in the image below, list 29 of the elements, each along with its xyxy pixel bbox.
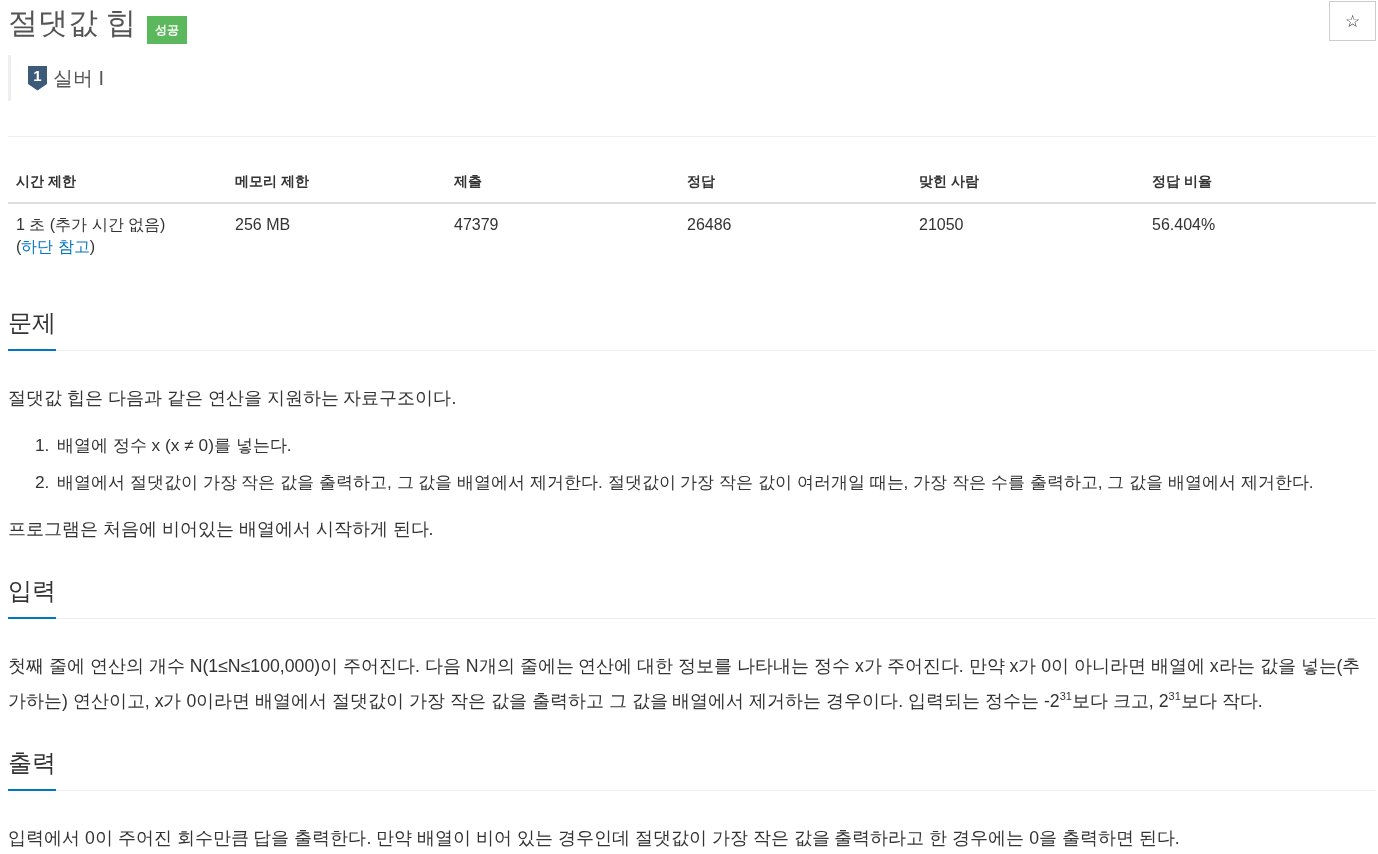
table-cell-text: 1 초 (추가 시간 없음) (하단 참고) (15, 215, 167, 257)
section-heading: 문제 (8, 305, 56, 351)
table-cell-text: 47379 (453, 215, 500, 235)
column-header: 시간 제한 (8, 161, 227, 204)
column-header: 메모리 제한 (227, 161, 446, 204)
section-heading: 출력 (8, 745, 56, 791)
table-cell-text: 26486 (686, 215, 733, 235)
list-number: 2. (35, 471, 51, 494)
column-header: 맞힌 사람 (911, 161, 1144, 204)
status-badge: 성공 (147, 16, 188, 44)
column-header: 정답 (679, 161, 911, 204)
tier-name: 실버 I (53, 65, 105, 91)
paragraph: 입력에서 0이 주어진 회수만큼 답을 출력한다. 만약 배열이 비어 있는 경우인데 절댓값이 가장 작은 값을 출력하라고 한 경우에는 0을 출력하면 된다. (8, 827, 1181, 850)
section-heading: 입력 (8, 573, 56, 619)
table-cell-text: 21050 (918, 215, 965, 235)
paragraph: 절댓값 힙은 다음과 같은 연산을 지원하는 자료구조이다. (8, 387, 458, 410)
column-header: 정답 비율 (1144, 161, 1376, 204)
table-cell-text: 56.404% (1151, 215, 1217, 235)
reference-link[interactable]: 하단 참고 (21, 238, 90, 255)
table-cell-text: 256 MB (234, 215, 292, 235)
tier-badge: 1 (28, 65, 47, 91)
list-item-text: 배열에 정수 x (x ≠ 0)를 넣는다. (57, 434, 292, 457)
star-button[interactable]: ☆ (1329, 1, 1376, 41)
list-number: 1. (35, 434, 51, 457)
column-header: 제출 (446, 161, 679, 204)
problem-title: 절댓값 힙 (8, 5, 137, 41)
paragraph: 프로그램은 처음에 비어있는 배열에서 시작하게 된다. (8, 518, 435, 541)
list-item-text: 배열에서 절댓값이 가장 작은 값을 출력하고, 그 값을 배열에서 제거한다. 절댓값이 가장 작은 값이 여러개일 때는, 가장 작은 수를 출력하고, 그 값을 배열에서 제거한다. (57, 471, 1314, 494)
paragraph: 첫째 줄에 연산의 개수 N(1≤N≤100,000)이 주어진다. 다음 N개의 줄에는 연산에 대한 정보를 나타내는 정수 x가 주어진다. 만약 x가 0이 아니라면 배열에 x라는 값을 넣는(추가하는) 연산이고, x가 0이라면 배열에서 절댓값이 가장 작은 값을 출력하고 그 값을 배열에서 제거하는 경우이다. 입력되는 정수는 -2$^{31}$보다 크고, 2$^{31}$보다 작다. (8, 655, 1362, 713)
